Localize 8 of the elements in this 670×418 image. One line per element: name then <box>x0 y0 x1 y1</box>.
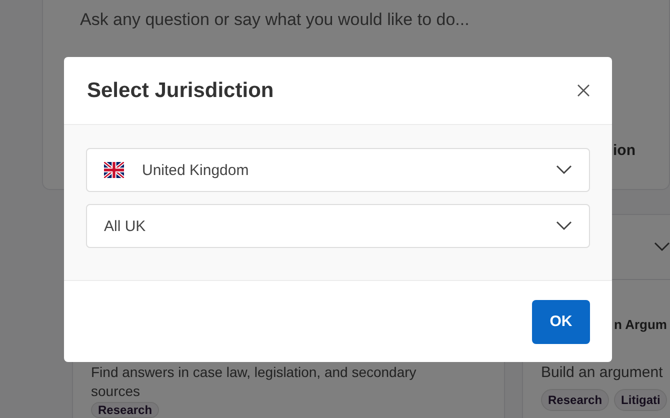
card-description: Find answers in case law, legislation, and secondary sources <box>91 363 418 401</box>
tag: Litigati <box>614 389 668 411</box>
card-description: Build an argument <box>541 364 664 381</box>
tag: Research <box>541 389 610 411</box>
card-title: n Argum <box>614 316 667 334</box>
dialog-title: Select Jurisdiction <box>87 78 274 102</box>
tag: Research <box>91 402 160 418</box>
option-label: ion <box>613 142 636 159</box>
